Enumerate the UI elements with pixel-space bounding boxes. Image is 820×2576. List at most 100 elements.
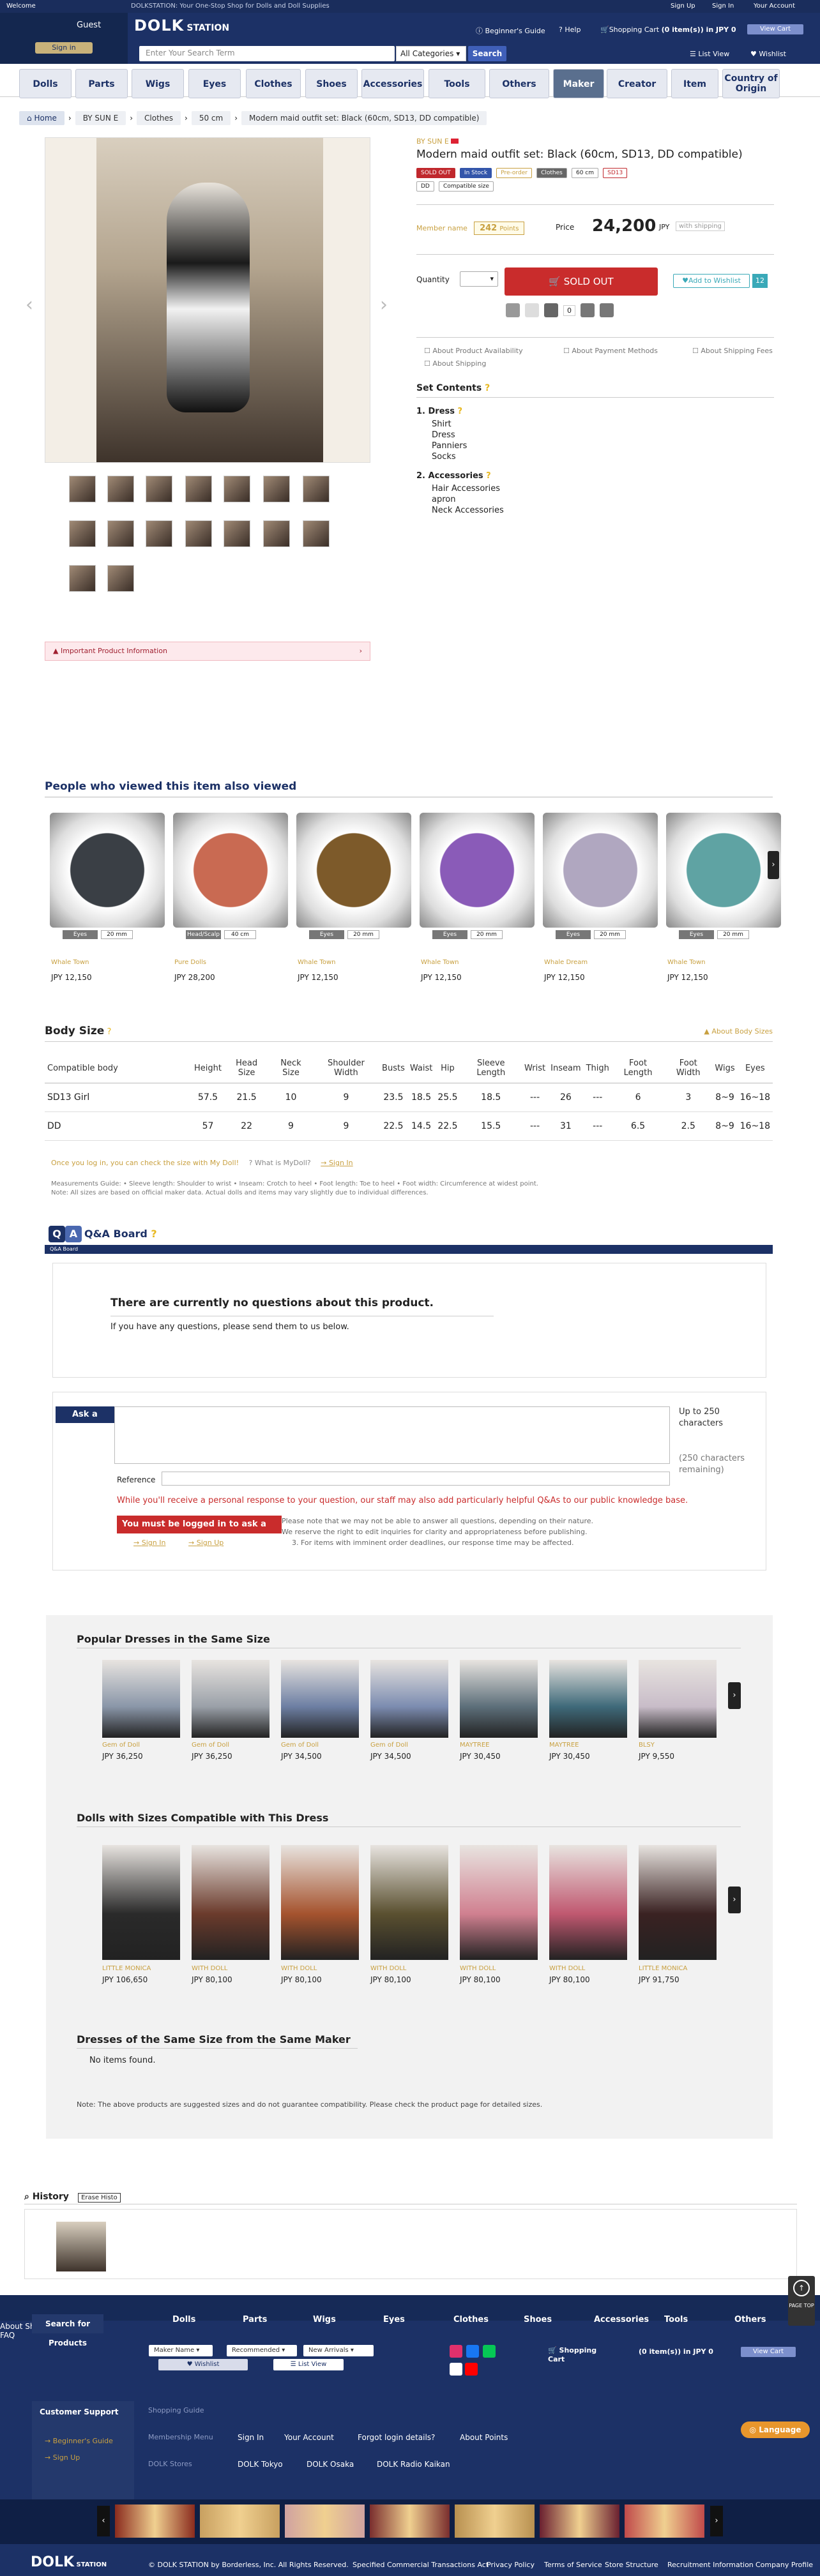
product-maker[interactable]: WITH DOLL [370, 1965, 406, 1972]
product-maker[interactable]: Gem of Doll [192, 1742, 229, 1749]
footer-nav-clothes[interactable]: Clothes [453, 2315, 489, 2324]
gallery-prev-icon[interactable]: ‹ [26, 294, 33, 316]
product-maker[interactable]: Pure Dolls [174, 959, 206, 966]
popular-image[interactable] [460, 1660, 538, 1738]
availability-link[interactable]: ☐ About Product Availability [424, 347, 523, 355]
product-maker[interactable]: LITTLE MONICA [102, 1965, 151, 1972]
also-viewed-image[interactable] [543, 813, 658, 928]
popular-image[interactable] [549, 1660, 627, 1738]
gallery-thumbnail[interactable] [263, 476, 290, 502]
legal-link[interactable]: Recruitment Information [667, 2561, 754, 2569]
product-maker[interactable]: Whale Town [421, 959, 459, 966]
member-link[interactable]: Sign In [238, 2433, 264, 2442]
question-textarea[interactable] [114, 1406, 670, 1464]
footer-nav-tools[interactable]: Tools [664, 2315, 688, 2324]
what-mydoll-link[interactable]: ? What is MyDoll? [249, 1159, 311, 1167]
carousel-next-icon[interactable]: › [768, 851, 779, 879]
compat-image[interactable] [102, 1845, 180, 1960]
mydoll-signin-link[interactable]: → Sign In [321, 1159, 353, 1167]
guide-link[interactable]: About Shipping Fees [0, 2322, 820, 2331]
nav-item-shoes[interactable]: Shoes [305, 69, 358, 98]
guide-link[interactable]: FAQ [0, 2331, 820, 2340]
signin-link[interactable]: Sign In [712, 3, 734, 10]
product-maker[interactable]: Whale Town [51, 959, 89, 966]
add-wishlist-button[interactable]: ♥Add to Wishlist [673, 274, 750, 288]
product-maker[interactable]: MAYTREE [460, 1742, 490, 1749]
product-maker[interactable]: WITH DOLL [192, 1965, 227, 1972]
gallery-thumbnail[interactable] [224, 476, 250, 502]
legal-link[interactable]: Specified Commercial Transactions Act [353, 2561, 489, 2569]
nav-item-maker[interactable]: Maker [553, 69, 604, 98]
footer-banner[interactable] [625, 2504, 704, 2538]
also-viewed-image[interactable] [666, 813, 781, 928]
footer-nav-wigs[interactable]: Wigs [313, 2315, 336, 2324]
blank-share-icon[interactable] [525, 303, 539, 317]
quantity-select[interactable]: ▾ [460, 271, 498, 287]
product-maker[interactable]: WITH DOLL [281, 1965, 317, 1972]
facebook-share-icon[interactable] [544, 303, 558, 317]
also-viewed-image[interactable] [420, 813, 535, 928]
breadcrumb-maker[interactable]: BY SUN E [75, 111, 126, 125]
mail-share-icon[interactable] [600, 303, 614, 317]
youtube-icon[interactable] [465, 2363, 478, 2376]
footer-nav-parts[interactable]: Parts [243, 2315, 267, 2324]
footer-banner[interactable] [540, 2504, 619, 2538]
gallery-next-icon[interactable]: › [380, 294, 388, 316]
gallery-thumbnail[interactable] [263, 520, 290, 547]
important-info-bar[interactable]: ▲ Important Product Information › [45, 642, 370, 661]
gallery-thumbnail[interactable] [69, 565, 96, 592]
help-link[interactable]: ? Help [559, 26, 581, 34]
also-viewed-image[interactable] [296, 813, 411, 928]
x-icon[interactable] [450, 2363, 462, 2376]
beginners-link[interactable]: ⓘ Beginner's Guide [476, 26, 545, 36]
product-maker[interactable]: BY SUN E [416, 137, 774, 146]
footer-banner[interactable] [115, 2504, 195, 2538]
compat-image[interactable] [370, 1845, 448, 1960]
footer-nav-eyes[interactable]: Eyes [383, 2315, 405, 2324]
maker-select[interactable]: Maker Name ▾ [149, 2345, 213, 2356]
banner-prev-icon[interactable]: ‹ [97, 2506, 110, 2536]
product-maker[interactable]: Whale Town [298, 959, 336, 966]
nav-item-item[interactable]: Item [671, 69, 718, 98]
gallery-thumbnail[interactable] [224, 520, 250, 547]
member-link[interactable]: About Points [460, 2433, 508, 2442]
footer-view-cart[interactable]: View Cart [741, 2347, 796, 2357]
footer-nav-accessories[interactable]: Accessories [594, 2315, 649, 2324]
shipping-link[interactable]: ☐ About Shipping [424, 359, 486, 368]
footer-nav-shoes[interactable]: Shoes [524, 2315, 552, 2324]
member-link[interactable]: Forgot login details? [358, 2433, 435, 2442]
sort-select[interactable]: Recommended ▾ [227, 2345, 297, 2356]
product-maker[interactable]: Gem of Doll [102, 1742, 140, 1749]
popular-image[interactable] [281, 1660, 359, 1738]
footer-logo[interactable]: DOLK STATION [31, 2554, 107, 2570]
member-link[interactable]: Your Account [284, 2433, 334, 2442]
nav-item-creator[interactable]: Creator [607, 69, 667, 98]
nav-item-accessories[interactable]: Accessories [361, 69, 424, 98]
search-button[interactable]: Search [468, 46, 506, 61]
gallery-thumbnail[interactable] [107, 520, 134, 547]
product-maker[interactable]: WITH DOLL [460, 1965, 496, 1972]
qa-signin-link[interactable]: → Sign In [133, 1539, 165, 1547]
compat-image[interactable] [460, 1845, 538, 1960]
nav-item-wigs[interactable]: Wigs [132, 69, 184, 98]
product-maker[interactable]: WITH DOLL [549, 1965, 585, 1972]
popular-image[interactable] [192, 1660, 270, 1738]
footer-banner[interactable] [200, 2504, 280, 2538]
nav-item-others[interactable]: Others [489, 69, 549, 98]
gallery-thumbnail[interactable] [303, 476, 330, 502]
legal-link[interactable]: Store Structure [605, 2561, 658, 2569]
popular-next-icon[interactable]: › [728, 1682, 741, 1709]
signin-button[interactable]: Sign in [35, 42, 93, 54]
signup-link[interactable]: Sign Up [671, 3, 695, 10]
footer-nav-others[interactable]: Others [734, 2315, 766, 2324]
breadcrumb-size[interactable]: 50 cm [191, 111, 231, 125]
nav-item-dolls[interactable]: Dolls [19, 69, 72, 98]
footer-banner[interactable] [455, 2504, 535, 2538]
footer-nav-dolls[interactable]: Dolls [172, 2315, 195, 2324]
logo[interactable]: DOLK STATION [134, 17, 229, 34]
footer-cart-link[interactable]: 🛒 Shopping Cart [548, 2346, 599, 2364]
nav-item-country-of-origin[interactable]: Country of Origin [722, 69, 780, 98]
qa-signup-link[interactable]: → Sign Up [188, 1539, 224, 1547]
list-view-link[interactable]: ☰ List View [690, 50, 729, 58]
x-share-icon[interactable] [506, 303, 520, 317]
